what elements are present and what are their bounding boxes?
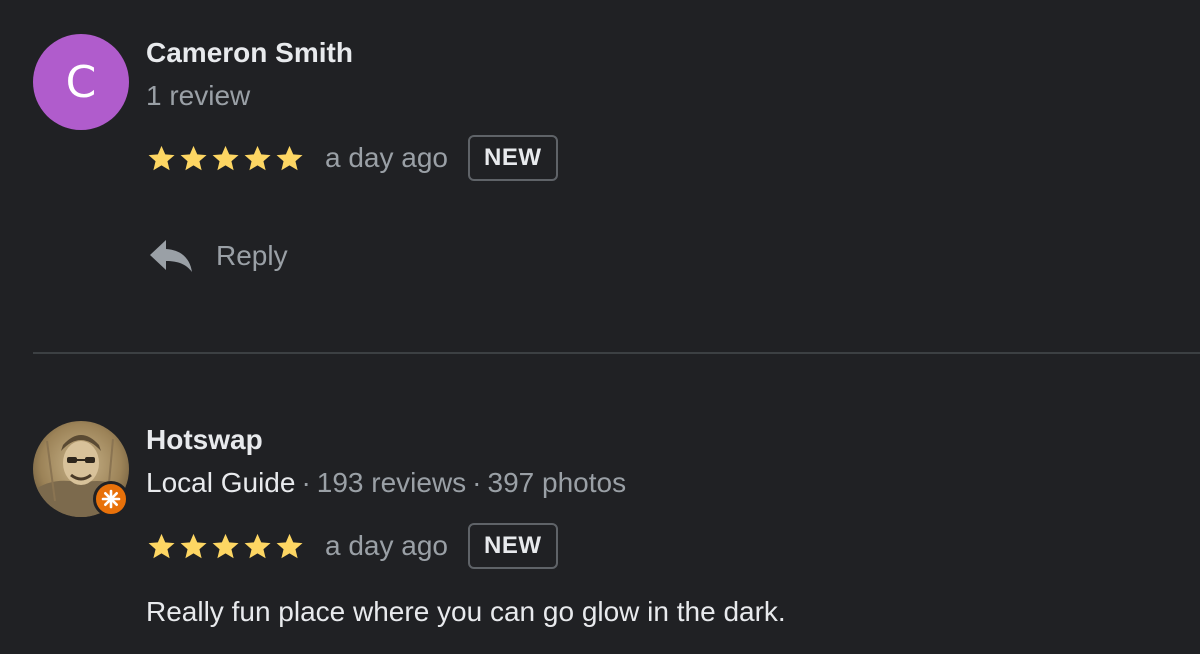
local-guide-badge-icon <box>93 481 129 517</box>
review-time: a day ago <box>325 142 448 173</box>
local-guide-label: Local Guide <box>146 467 296 498</box>
star-icon <box>212 533 239 558</box>
reviews-page: C Cameron Smith 1 review a day ago NEW R… <box>0 0 1200 654</box>
star-icon <box>212 145 239 170</box>
review-count: 193 reviews <box>316 467 467 498</box>
review-divider <box>33 352 1200 354</box>
separator-dot: · <box>472 467 482 498</box>
star-icon <box>180 145 207 170</box>
reviewer-meta: 1 review <box>146 80 250 112</box>
photo-count: 397 photos <box>487 467 627 498</box>
avatar[interactable]: C <box>33 34 129 130</box>
star-icon <box>148 533 175 558</box>
avatar-letter: C <box>33 34 129 130</box>
star-icon <box>276 533 303 558</box>
reviewer-name[interactable]: Cameron Smith <box>146 37 353 69</box>
reply-button[interactable]: Reply <box>148 238 288 274</box>
rating-row: a day ago NEW <box>146 520 558 572</box>
new-badge: NEW <box>468 135 558 181</box>
separator-dot: · <box>301 467 311 498</box>
star-icon <box>148 145 175 170</box>
review-text: Really fun place where you can go glow i… <box>146 596 786 627</box>
new-badge: NEW <box>468 523 558 569</box>
rating-row: a day ago NEW <box>146 132 558 184</box>
avatar[interactable] <box>33 421 129 517</box>
star-icon <box>244 145 271 170</box>
reviewer-meta: Local Guide · 193 reviews · 397 photos <box>146 467 626 499</box>
reply-icon <box>150 240 192 272</box>
star-rating <box>146 531 305 562</box>
review-count: 1 review <box>146 80 251 111</box>
reply-label: Reply <box>216 240 288 271</box>
star-icon <box>244 533 271 558</box>
star-rating <box>146 143 305 174</box>
star-icon <box>180 533 207 558</box>
star-icon <box>276 145 303 170</box>
reviewer-name[interactable]: Hotswap <box>146 424 263 456</box>
review-time: a day ago <box>325 530 448 561</box>
